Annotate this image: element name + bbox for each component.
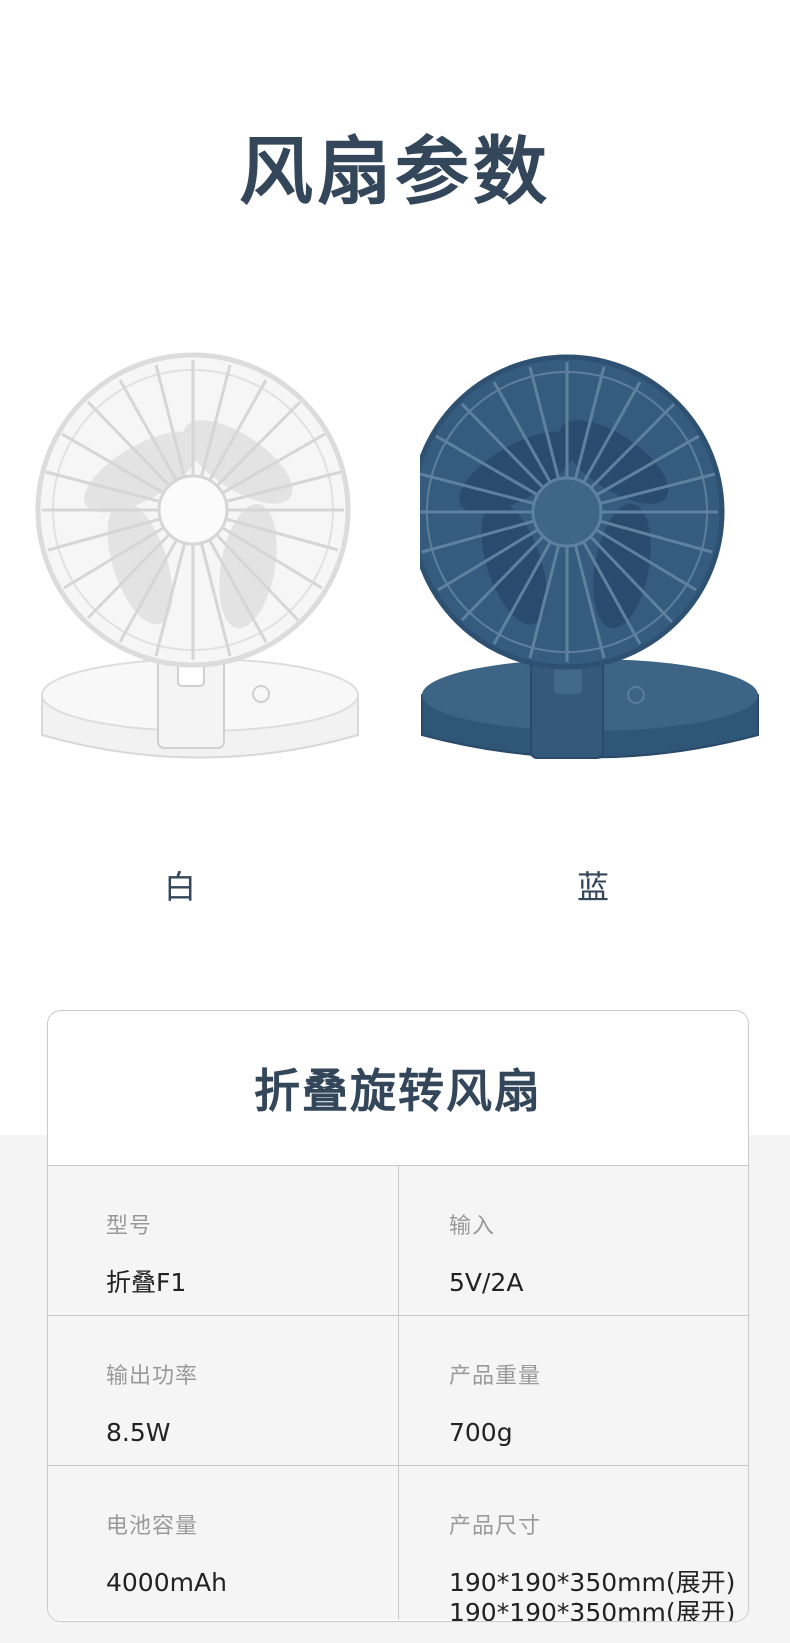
blue-fan-icon [420, 354, 759, 759]
spec-value-line: 190*190*350mm(展开) [449, 1598, 736, 1622]
spec-value: 700g [449, 1418, 513, 1447]
variant-label-white: 白 [163, 868, 196, 906]
spec-cell-weight: 产品重量 700g [398, 1316, 748, 1465]
spec-label: 产品尺寸 [449, 1514, 542, 1539]
blue-fan-image [420, 350, 760, 820]
spec-cell-input: 输入 5V/2A [398, 1166, 748, 1315]
page-title: 风扇参数 [239, 129, 551, 215]
spec-row: 输出功率 8.5W 产品重量 700g [48, 1316, 748, 1466]
spec-row: 型号 折叠F1 输入 5V/2A [48, 1166, 748, 1316]
spec-cell-output-power: 输出功率 8.5W [48, 1316, 398, 1465]
variant-label-blue: 蓝 [576, 868, 609, 906]
white-fan-image [30, 350, 370, 820]
spec-label: 输出功率 [106, 1364, 199, 1389]
spec-value: 折叠F1 [106, 1268, 187, 1297]
spec-label: 型号 [106, 1214, 153, 1239]
spec-table: 型号 折叠F1 输入 5V/2A 输出功率 8.5W 产品重量 700g 电池容… [48, 1166, 748, 1622]
spec-card-title: 折叠旋转风扇 [48, 1011, 748, 1166]
spec-label: 电池容量 [106, 1514, 199, 1539]
spec-cell-battery: 电池容量 4000mAh [48, 1466, 398, 1620]
spec-value: 190*190*350mm(展开) 190*190*350mm(展开) [449, 1568, 748, 1622]
spec-value-line: 190*190*350mm(展开) [449, 1568, 736, 1597]
spec-label: 输入 [449, 1214, 496, 1239]
spec-card: 折叠旋转风扇 型号 折叠F1 输入 5V/2A 输出功率 8.5W 产品重量 7… [47, 1010, 749, 1622]
spec-cell-model: 型号 折叠F1 [48, 1166, 398, 1315]
spec-value: 4000mAh [106, 1568, 227, 1597]
spec-cell-size: 产品尺寸 190*190*350mm(展开) 190*190*350mm(展开) [398, 1466, 748, 1622]
spec-value: 5V/2A [449, 1268, 524, 1297]
spec-value: 8.5W [106, 1418, 171, 1447]
spec-row: 电池容量 4000mAh 产品尺寸 190*190*350mm(展开) 190*… [48, 1466, 748, 1622]
white-fan-icon [35, 352, 359, 759]
spec-label: 产品重量 [449, 1364, 542, 1389]
